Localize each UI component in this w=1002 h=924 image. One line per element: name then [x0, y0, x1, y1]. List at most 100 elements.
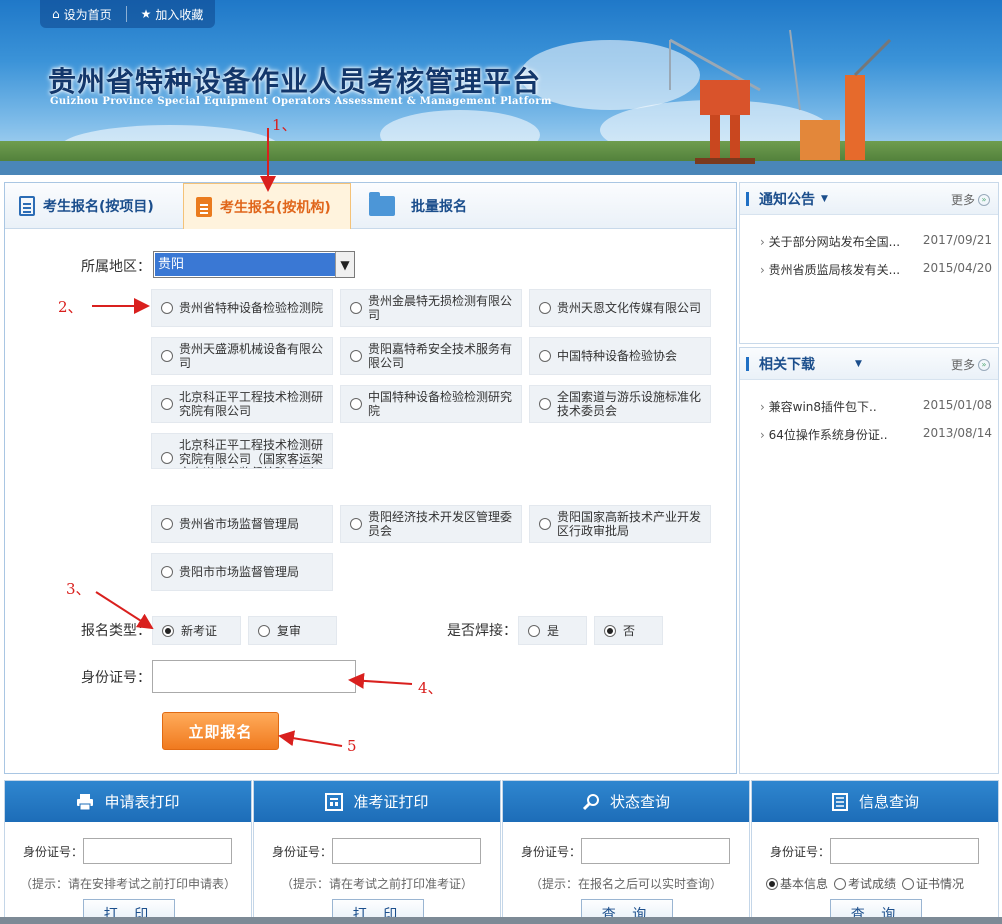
search-icon: [582, 793, 599, 810]
welding-option-label: 否: [623, 624, 636, 638]
notices-more-link[interactable]: 更多 »: [951, 191, 990, 208]
header-accent-bar: [746, 191, 749, 206]
tab-register-by-institution[interactable]: 考生报名(按机构): [183, 183, 351, 229]
radio-yes[interactable]: [528, 624, 540, 637]
id-number-input[interactable]: [332, 838, 481, 864]
welding-option-yes[interactable]: 是: [518, 616, 587, 645]
institution-option[interactable]: 贵阳嘉特希安全技术服务有限公司: [340, 337, 522, 375]
notice-title[interactable]: 贵州省质监局核发有关...: [760, 261, 900, 278]
chevron-down-icon[interactable]: ▼: [335, 252, 354, 277]
institution-option[interactable]: 贵州天恩文化传媒有限公司: [529, 289, 711, 327]
radio-basic[interactable]: [766, 877, 778, 890]
info-type-scores[interactable]: 考试成绩: [834, 875, 896, 892]
radio-certificate[interactable]: [902, 877, 915, 890]
institution-name: 北京科正平工程技术检测研究院有限公司: [179, 390, 324, 418]
institution-option[interactable]: 贵阳国家高新技术产业开发区行政审批局: [529, 505, 711, 543]
radio-review[interactable]: [258, 624, 270, 637]
radio-scores[interactable]: [834, 877, 847, 890]
institution-option[interactable]: 中国特种设备检验协会: [529, 337, 711, 375]
id-number-input[interactable]: [581, 838, 730, 864]
institution-radio[interactable]: [539, 398, 551, 410]
bottom-tools: 申请表打印 身份证号： （提示：请在安排考试之前打印申请表） 打 印 准考证打印…: [4, 780, 1000, 924]
header-banner: ⌂ 设为首页 ★ 加入收藏 贵州省特种设备作业人员考核管理平台 Guizhou …: [0, 0, 1002, 175]
annotation-label-2: 2、: [58, 298, 83, 316]
institution-radio[interactable]: [161, 518, 173, 530]
institution-option[interactable]: 贵阳市市场监督管理局: [151, 553, 333, 591]
institution-option[interactable]: 北京科正平工程技术检测研究院有限公司（国家客运架空索道安全监督检验中心）: [151, 433, 333, 469]
set-homepage-link[interactable]: ⌂ 设为首页: [52, 6, 112, 23]
download-title[interactable]: 兼容win8插件包下..: [760, 398, 877, 415]
tab-register-by-project[interactable]: 考生报名(按项目): [19, 183, 154, 229]
institution-name: 中国特种设备检验协会: [557, 349, 678, 363]
notice-title[interactable]: 关于部分网站发布全国...: [760, 233, 900, 250]
institution-option[interactable]: 贵州金晨特无损检测有限公司: [340, 289, 522, 327]
institution-radio[interactable]: [539, 302, 551, 314]
panel-header: 准考证打印: [254, 781, 500, 822]
hint-text: （提示：请在考试之前打印准考证）: [280, 877, 473, 891]
annotation-label-4: 4、: [418, 679, 443, 697]
radio-new[interactable]: [162, 624, 174, 637]
notice-item[interactable]: 关于部分网站发布全国... 2017/09/21: [760, 233, 992, 250]
id-number-input[interactable]: [152, 660, 356, 693]
institution-option[interactable]: 贵州天盛源机械设备有限公司: [151, 337, 333, 375]
institution-option[interactable]: 中国特种设备检验检测研究院: [340, 385, 522, 423]
panel-header: 状态查询: [503, 781, 749, 822]
radio-no[interactable]: [604, 624, 616, 637]
add-favorite-link[interactable]: ★ 加入收藏: [141, 6, 204, 23]
welding-option-label: 是: [547, 624, 560, 638]
region-select[interactable]: 贵阳 ▼: [153, 251, 355, 278]
institution-name: 贵州天盛源机械设备有限公司: [179, 342, 324, 370]
list-icon: [831, 792, 848, 811]
download-date: 2013/08/14: [922, 426, 992, 440]
institution-radio[interactable]: [539, 518, 551, 530]
institution-radio[interactable]: [350, 398, 362, 410]
crane-illustration: [669, 29, 892, 164]
institution-radio[interactable]: [161, 350, 173, 362]
institution-radio[interactable]: [350, 350, 362, 362]
download-title[interactable]: 64位操作系统身份证..: [760, 426, 888, 443]
institution-radio[interactable]: [161, 398, 173, 410]
site-title: 贵州省特种设备作业人员考核管理平台: [48, 65, 542, 98]
tab-batch-register[interactable]: 批量报名: [369, 183, 467, 229]
info-type-certificate[interactable]: 证书情况: [902, 875, 964, 892]
id-number-input[interactable]: [83, 838, 232, 864]
institution-name: 贵阳经济技术开发区管理委员会: [368, 510, 513, 538]
star-icon: ★: [140, 7, 152, 21]
panel-title: 信息查询: [858, 793, 919, 811]
id-number-label: 身份证号：: [272, 845, 333, 859]
institution-option[interactable]: 贵阳经济技术开发区管理委员会: [340, 505, 522, 543]
institution-option[interactable]: 全国索道与游乐设施标准化技术委员会: [529, 385, 711, 423]
institution-radio[interactable]: [161, 566, 173, 578]
id-number-label: 身份证号：: [521, 845, 582, 859]
radio-label: 基本信息: [780, 877, 829, 891]
download-item[interactable]: 兼容win8插件包下.. 2015/01/08: [760, 398, 992, 415]
institution-name: 贵州金晨特无损检测有限公司: [368, 294, 513, 322]
download-item[interactable]: 64位操作系统身份证.. 2013/08/14: [760, 426, 992, 443]
institution-name: 贵阳国家高新技术产业开发区行政审批局: [557, 510, 702, 538]
downloads-title: 相关下载: [759, 356, 815, 373]
tab-bar: 考生报名(按项目) 考生报名(按机构) 批量报名: [5, 183, 736, 229]
type-option-review[interactable]: 复审: [248, 616, 337, 645]
institution-radio[interactable]: [350, 302, 362, 314]
institution-radio[interactable]: [539, 350, 551, 362]
institution-radio[interactable]: [350, 518, 362, 530]
id-number-input[interactable]: [830, 838, 979, 864]
double-chevron-right-icon: »: [978, 193, 990, 206]
register-now-button[interactable]: 立即报名: [162, 712, 279, 750]
welding-option-no[interactable]: 否: [594, 616, 663, 645]
institution-radio[interactable]: [161, 452, 173, 464]
institution-name: 贵阳市市场监督管理局: [179, 565, 300, 579]
institution-option[interactable]: 北京科正平工程技术检测研究院有限公司: [151, 385, 333, 423]
add-favorite-label: 加入收藏: [155, 7, 204, 22]
type-option-new[interactable]: 新考证: [152, 616, 241, 645]
institution-option[interactable]: 贵州省市场监督管理局: [151, 505, 333, 543]
notice-item[interactable]: 贵州省质监局核发有关... 2015/04/20: [760, 261, 992, 278]
document-icon: [196, 196, 212, 217]
panel-header: 信息查询: [752, 781, 998, 822]
institution-radio[interactable]: [161, 302, 173, 314]
downloads-panel: 相关下载 ▼ 更多 » 兼容win8插件包下.. 2015/01/08 64位操…: [739, 347, 999, 774]
set-homepage-label: 设为首页: [63, 7, 112, 22]
institution-option[interactable]: 贵州省特种设备检验检测院: [151, 289, 333, 327]
downloads-more-link[interactable]: 更多 »: [951, 356, 990, 373]
info-type-basic[interactable]: 基本信息: [766, 875, 828, 892]
